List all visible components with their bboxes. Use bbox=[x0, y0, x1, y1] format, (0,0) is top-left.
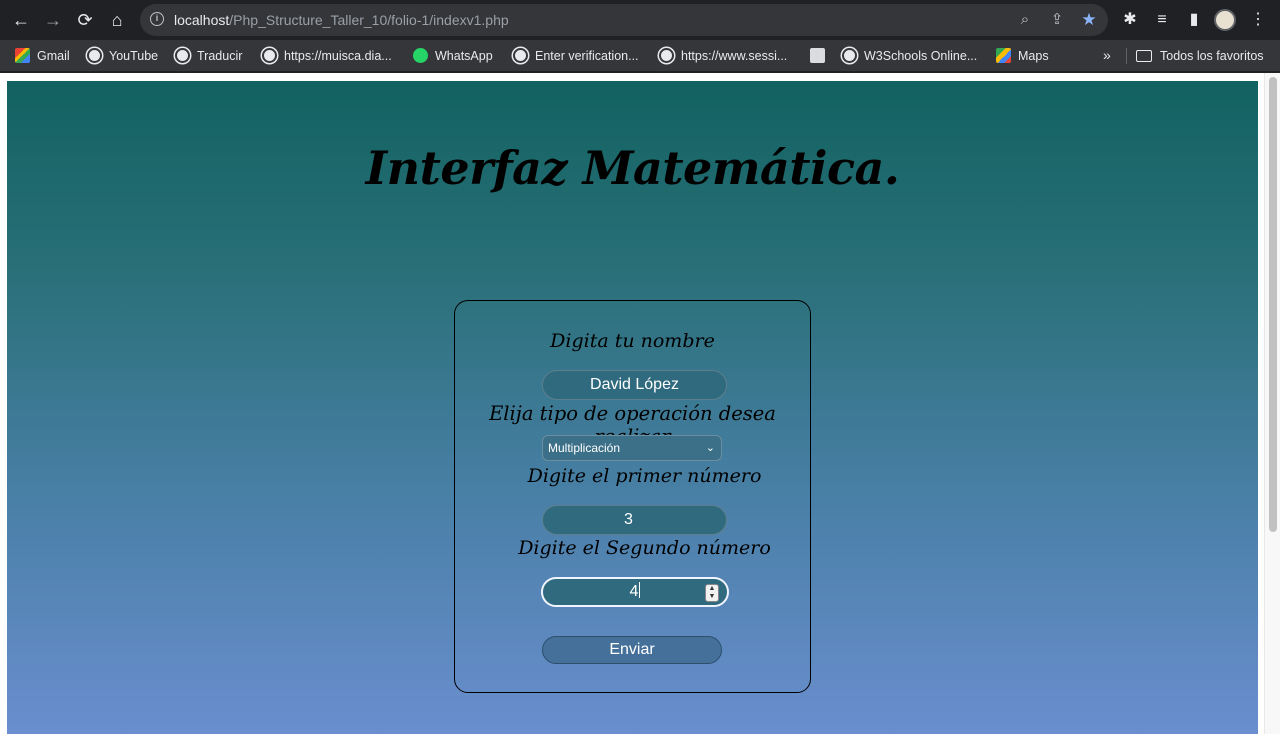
first-number-label: Digite el primer número bbox=[527, 465, 762, 487]
whatsapp-icon bbox=[413, 48, 428, 63]
url-text[interactable]: localhost/Php_Structure_Taller_10/folio-… bbox=[174, 12, 509, 28]
media-control-icon[interactable]: ≡ bbox=[1150, 8, 1174, 32]
operation-selected-value: Multiplicación bbox=[548, 441, 621, 455]
text-caret bbox=[639, 582, 641, 598]
image-icon bbox=[810, 48, 825, 63]
bookmark-w3schools[interactable]: W3Schools Online... bbox=[842, 47, 977, 65]
first-number-input[interactable]: 3 bbox=[542, 505, 727, 535]
bookmark-sessi[interactable]: https://www.sessi... bbox=[659, 47, 787, 65]
address-bar[interactable]: i localhost/Php_Structure_Taller_10/foli… bbox=[140, 4, 1108, 36]
second-number-label: Digite el Segundo número bbox=[518, 537, 771, 559]
side-panel-icon[interactable]: ▮ bbox=[1182, 8, 1206, 32]
page-background: Interfaz Matemática. Digita tu nombre Da… bbox=[7, 81, 1258, 734]
globe-icon bbox=[87, 48, 102, 63]
zoom-icon[interactable]: ⌕ bbox=[1015, 10, 1035, 30]
all-bookmarks-folder[interactable]: Todos los favoritos bbox=[1136, 47, 1264, 65]
globe-icon bbox=[262, 48, 277, 63]
folder-icon bbox=[1136, 50, 1152, 62]
share-icon[interactable]: ⇪ bbox=[1047, 10, 1067, 30]
name-input[interactable]: David López bbox=[542, 370, 727, 400]
reload-icon[interactable]: ⟳ bbox=[73, 8, 97, 32]
bookmarks-overflow-button[interactable]: » bbox=[1103, 47, 1111, 63]
bookmark-gmail[interactable]: Gmail bbox=[15, 47, 70, 65]
home-icon[interactable]: ⌂ bbox=[105, 8, 129, 32]
gmail-icon bbox=[15, 48, 30, 63]
bookmark-image[interactable] bbox=[810, 47, 832, 65]
chevron-down-icon: ⌄ bbox=[705, 442, 715, 454]
globe-icon bbox=[513, 48, 528, 63]
operation-select[interactable]: Multiplicación ⌄ bbox=[542, 435, 722, 461]
browser-toolbar: ← → ⟳ ⌂ i localhost/Php_Structure_Taller… bbox=[0, 0, 1280, 40]
bookmark-muisca[interactable]: https://muisca.dia... bbox=[262, 47, 392, 65]
menu-kebab-icon[interactable]: ⋮ bbox=[1246, 8, 1270, 32]
globe-icon bbox=[659, 48, 674, 63]
bookmarks-divider bbox=[1126, 48, 1127, 64]
math-form: Digita tu nombre David López Elija tipo … bbox=[454, 300, 811, 693]
globe-icon bbox=[175, 48, 190, 63]
globe-icon bbox=[842, 48, 857, 63]
number-spinner-icon[interactable]: ▲ ▼ bbox=[705, 584, 719, 602]
page-viewport: Interfaz Matemática. Digita tu nombre Da… bbox=[0, 73, 1280, 734]
page-title: Interfaz Matemática. bbox=[365, 141, 900, 195]
forward-arrow-icon[interactable]: → bbox=[41, 8, 65, 32]
bookmark-verification[interactable]: Enter verification... bbox=[513, 47, 639, 65]
maps-icon bbox=[996, 48, 1011, 63]
site-info-icon[interactable]: i bbox=[150, 12, 164, 26]
bookmark-youtube[interactable]: YouTube bbox=[87, 47, 158, 65]
profile-avatar[interactable] bbox=[1214, 9, 1236, 31]
bookmark-maps[interactable]: Maps bbox=[996, 47, 1049, 65]
bookmarks-bar: Gmail YouTube Traducir https://muisca.di… bbox=[0, 40, 1280, 72]
vertical-scrollbar[interactable] bbox=[1264, 73, 1280, 734]
submit-button[interactable]: Enviar bbox=[542, 636, 722, 664]
extensions-icon[interactable]: ✱ bbox=[1118, 8, 1142, 32]
bookmark-whatsapp[interactable]: WhatsApp bbox=[413, 47, 493, 65]
second-number-value: 4 bbox=[629, 583, 639, 600]
bookmark-traducir[interactable]: Traducir bbox=[175, 47, 242, 65]
second-number-input[interactable]: 4 ▲ ▼ bbox=[541, 577, 729, 607]
name-label: Digita tu nombre bbox=[550, 330, 715, 352]
scrollbar-thumb[interactable] bbox=[1269, 77, 1277, 532]
bookmark-star-icon[interactable]: ★ bbox=[1079, 10, 1099, 30]
back-arrow-icon[interactable]: ← bbox=[9, 8, 33, 32]
